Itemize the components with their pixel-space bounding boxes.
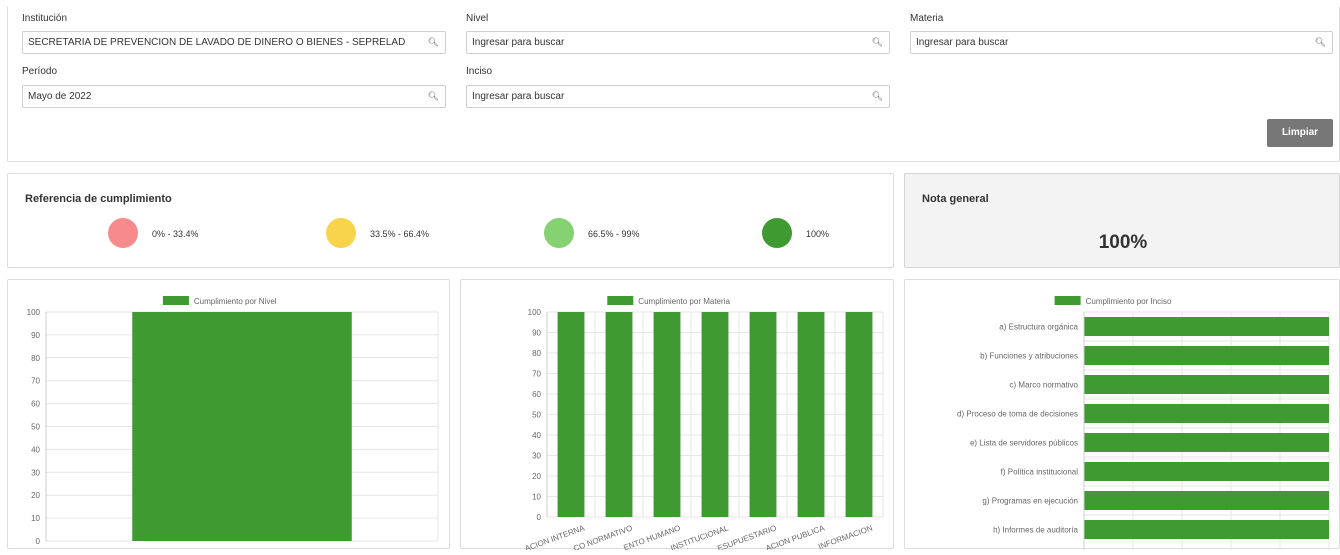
- y-tick-label: 30: [31, 468, 40, 477]
- search-icon: 🔍︎: [427, 37, 439, 47]
- bar: [797, 312, 825, 517]
- y-tick-label: 10: [532, 493, 541, 502]
- y-tick-label: 50: [31, 423, 40, 432]
- chart-inciso: Cumplimiento por Inciso a) Estructura org…: [957, 296, 1330, 550]
- search-icon: 🔍︎: [1314, 37, 1326, 47]
- materia-placeholder: Ingresar para buscar: [916, 37, 1009, 48]
- reference-title: Referencia de cumplimiento: [25, 193, 172, 205]
- reference-label-red: 0% - 33.4%: [152, 229, 199, 239]
- bar: [557, 312, 585, 517]
- legend-swatch: [607, 296, 634, 305]
- search-icon: 🔍︎: [871, 91, 883, 101]
- y-tick-label: 80: [31, 354, 40, 363]
- nota-title: Nota general: [922, 193, 989, 205]
- reference-label-lightgreen: 66.5% - 99%: [588, 229, 640, 239]
- bar: [132, 312, 352, 541]
- y-tick-label: a) Estructura orgánica: [999, 323, 1078, 332]
- y-tick-label: c) Marco normativo: [1010, 381, 1079, 390]
- y-tick-label: 60: [532, 390, 541, 399]
- bar: [1084, 317, 1329, 336]
- periodo-label: Período: [22, 66, 58, 77]
- nivel-field[interactable]: Ingresar para buscar 🔍︎: [466, 31, 890, 54]
- materia-label: Materia: [910, 13, 944, 24]
- clear-button[interactable]: Limpiar: [1267, 119, 1333, 147]
- y-tick-label: 50: [532, 411, 541, 420]
- institucion-value: SECRETARIA DE PREVENCION DE LAVADO DE DI…: [28, 37, 406, 48]
- y-tick-label: 0: [537, 513, 542, 522]
- chart-nivel: Cumplimiento por Nivel100908070605040302…: [27, 296, 439, 546]
- y-tick-label: 70: [532, 370, 541, 379]
- bar: [1084, 520, 1329, 539]
- search-icon: 🔍︎: [427, 91, 439, 101]
- nota-value: 100%: [1098, 232, 1148, 253]
- reference-label-green: 100%: [806, 229, 830, 239]
- bar: [1084, 462, 1329, 481]
- reference-dot-lightgreen: [544, 218, 574, 248]
- reference-panel: Referencia de cumplimiento 0% - 33.4% 33…: [7, 173, 894, 268]
- y-tick-label: 30: [532, 452, 541, 461]
- y-tick-label: 70: [31, 377, 40, 386]
- institucion-label: Institución: [22, 13, 68, 24]
- reference-dot-red: [108, 218, 138, 248]
- bar: [653, 312, 681, 517]
- y-tick-label: 100: [27, 308, 41, 317]
- y-tick-label: 60: [31, 400, 40, 409]
- chart-materia-panel: Cumplimiento por Materia 100 90 80 70 60 50 40 3…: [460, 279, 894, 553]
- reference-label-yellow: 33.5% - 66.4%: [370, 229, 430, 239]
- legend-label: Cumplimiento por Materia: [638, 297, 730, 306]
- bar: [1084, 491, 1329, 510]
- y-tick-label: 40: [31, 445, 40, 454]
- legend-swatch: [162, 296, 189, 305]
- chart-inciso-panel: Cumplimiento por Inciso a) Estructura org…: [904, 279, 1340, 550]
- y-tick-label: h) Informes de auditoría: [993, 526, 1078, 535]
- periodo-value: Mayo de 2022: [28, 91, 92, 102]
- bar: [605, 312, 633, 517]
- nivel-placeholder: Ingresar para buscar: [472, 37, 565, 48]
- y-tick-label: d) Proceso de toma de decisiones: [957, 410, 1078, 419]
- y-tick-label: 20: [532, 472, 541, 481]
- x-tick-label: INFORMACION: [817, 523, 874, 550]
- inciso-label: Inciso: [466, 66, 493, 77]
- y-tick-label: e) Lista de servidores públicos: [970, 439, 1078, 448]
- y-tick-label: 40: [532, 431, 541, 440]
- y-tick-label: 20: [31, 491, 40, 500]
- legend-label: Cumplimiento por Nivel: [194, 297, 277, 306]
- search-icon: 🔍︎: [871, 37, 883, 47]
- filter-panel: Institución SECRETARIA DE PREVENCION DE …: [7, 6, 1340, 162]
- y-tick-label: 90: [532, 329, 541, 338]
- y-tick-label: b) Funciones y atribuciones: [980, 352, 1078, 361]
- y-tick-label: 10: [31, 514, 40, 523]
- materia-field[interactable]: Ingresar para buscar 🔍︎: [910, 31, 1333, 54]
- legend-label: Cumplimiento por Inciso: [1086, 297, 1172, 306]
- bar: [1084, 404, 1329, 423]
- reference-dot-green: [762, 218, 792, 248]
- chart-materia: Cumplimiento por Materia1009080706050403…: [524, 296, 884, 553]
- y-tick-label: 0: [36, 537, 41, 546]
- bar: [749, 312, 777, 517]
- periodo-field[interactable]: Mayo de 2022 🔍︎: [22, 85, 446, 108]
- y-tick-label: f) Política institucional: [1001, 468, 1079, 477]
- bar: [1084, 346, 1329, 365]
- inciso-placeholder: Ingresar para buscar: [472, 91, 565, 102]
- nivel-label: Nivel: [466, 13, 489, 24]
- legend-swatch: [1054, 296, 1081, 305]
- bar: [1084, 433, 1329, 452]
- inciso-field[interactable]: Ingresar para buscar 🔍︎: [466, 85, 890, 108]
- y-tick-label: g) Programas en ejecución: [982, 497, 1078, 506]
- bar: [701, 312, 729, 517]
- y-tick-label: 100: [528, 308, 542, 317]
- institucion-field[interactable]: SECRETARIA DE PREVENCION DE LAVADO DE DI…: [22, 31, 446, 54]
- y-tick-label: 90: [31, 331, 40, 340]
- y-tick-label: 80: [532, 349, 541, 358]
- reference-dot-yellow: [326, 218, 356, 248]
- bar: [1084, 375, 1329, 394]
- bar: [845, 312, 873, 517]
- chart-nivel-panel: Cumplimiento por Nivel 100 90 80 70 60 50 40 30 2…: [7, 279, 450, 549]
- nota-general-panel: Nota general 100%: [904, 173, 1340, 268]
